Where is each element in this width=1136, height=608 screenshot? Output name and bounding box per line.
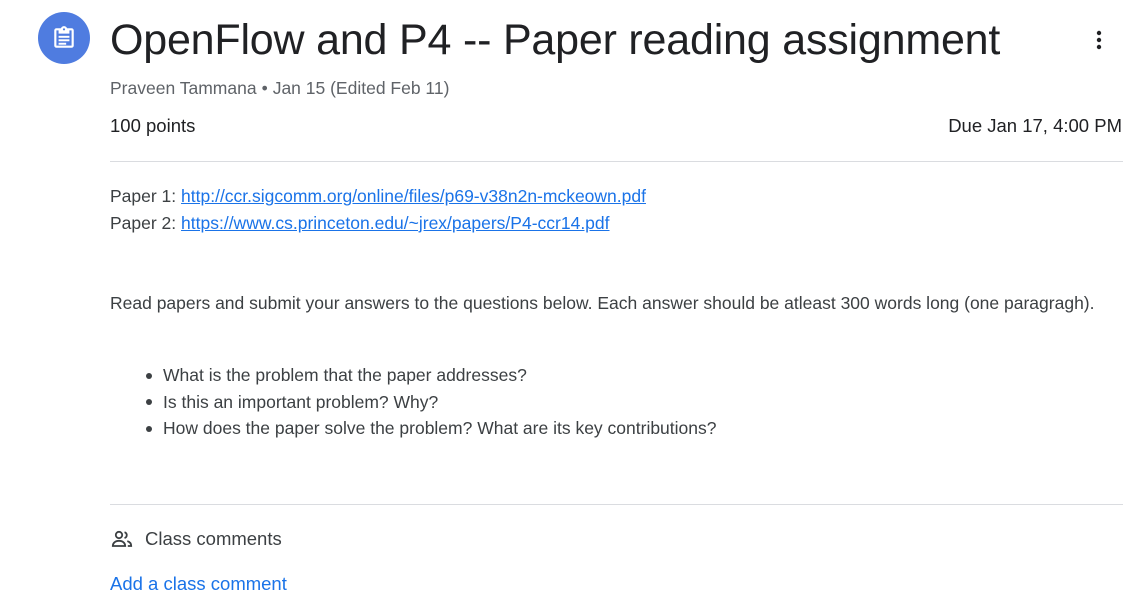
add-class-comment-link[interactable]: Add a class comment <box>110 572 287 596</box>
people-icon <box>110 527 134 551</box>
paper-2-label: Paper 2: <box>110 213 182 233</box>
post-date: Jan 15 (Edited Feb 11) <box>272 78 450 98</box>
header-divider <box>110 161 1123 162</box>
points-value: 100 points <box>110 115 196 136</box>
class-comments-header: Class comments <box>110 526 282 552</box>
paper-1-label: Paper 1: <box>110 186 182 206</box>
assignment-title: OpenFlow and P4 -- Paper reading assignm… <box>110 16 1001 64</box>
paper-2: Paper 2: https://www.cs.princeton.edu/~j… <box>110 210 610 236</box>
more-options-button[interactable] <box>1080 20 1118 60</box>
due-date: Due Jan 17, 4:00 PM <box>948 115 1122 136</box>
question-list: What is the problem that the paper addre… <box>110 362 717 442</box>
assignment-meta: Praveen Tammana • Jan 15 (Edited Feb 11) <box>110 76 449 100</box>
class-comments-label: Class comments <box>145 528 282 549</box>
instructions-text: Read papers and submit your answers to t… <box>110 293 1095 313</box>
author-name: Praveen Tammana <box>110 78 257 98</box>
assignment-icon <box>38 12 90 64</box>
meta-separator: • <box>261 78 268 98</box>
comments-divider <box>110 504 1123 505</box>
question-item: How does the paper solve the problem? Wh… <box>146 415 717 442</box>
more-vert-icon <box>1096 30 1102 50</box>
paper-1: Paper 1: http://ccr.sigcomm.org/online/f… <box>110 183 646 209</box>
paper-1-link[interactable]: http://ccr.sigcomm.org/online/files/p69-… <box>181 186 646 206</box>
question-item: What is the problem that the paper addre… <box>146 362 717 389</box>
paper-2-link[interactable]: https://www.cs.princeton.edu/~jrex/paper… <box>181 213 609 233</box>
question-item: Is this an important problem? Why? <box>146 389 717 416</box>
